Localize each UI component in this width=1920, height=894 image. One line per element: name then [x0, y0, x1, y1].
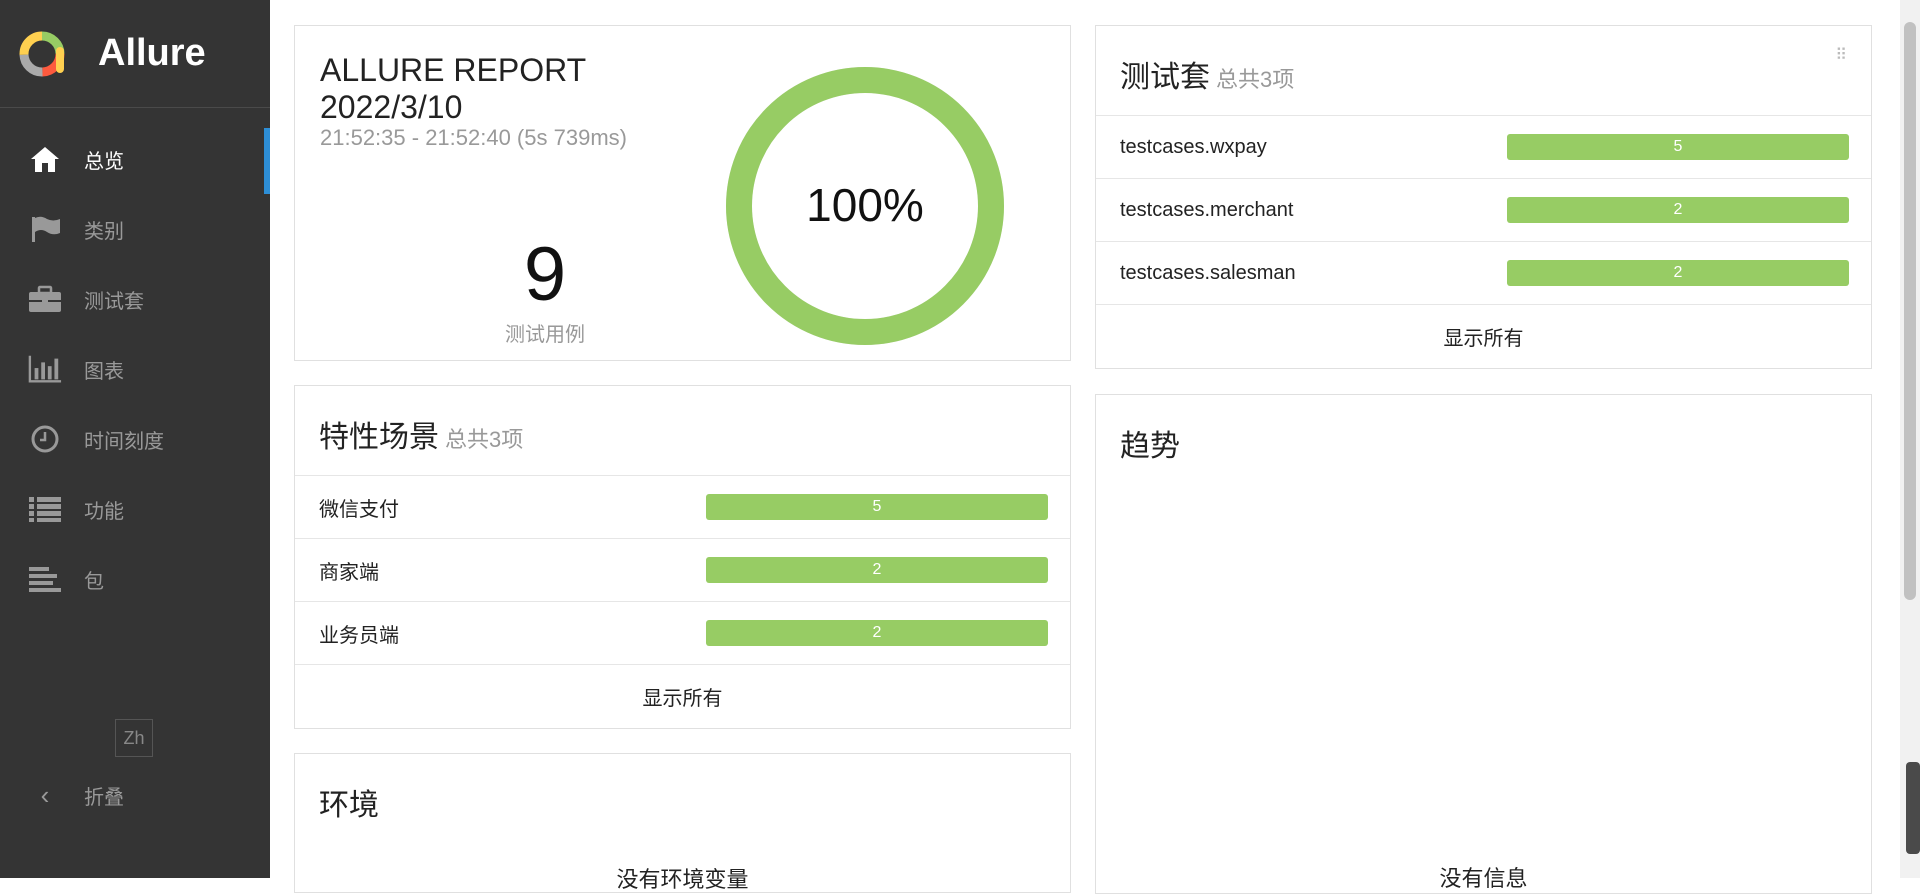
pass-rate-donut[interactable]: 100% — [725, 66, 1005, 346]
list-item[interactable]: 微信支付 5 — [295, 475, 1070, 538]
collapse-button[interactable]: ‹ 折叠 — [28, 780, 124, 810]
sidebar-item-behaviors[interactable]: 功能 — [0, 480, 270, 538]
sidebar-nav: 总览 类别 测试套 图表 时间刻度 功能 包 — [0, 128, 270, 608]
chevron-left-icon: ‹ — [40, 779, 50, 810]
brand[interactable]: Allure — [0, 0, 270, 108]
list-item[interactable]: testcases.merchant 2 — [1096, 178, 1871, 241]
sidebar-item-label: 包 — [84, 570, 104, 593]
sidebar-item-label: 时间刻度 — [84, 430, 164, 453]
language-button[interactable]: Zh — [115, 719, 153, 757]
features-header: 特性场景 总共3项 — [319, 412, 523, 456]
sidebar-item-categories[interactable]: 类别 — [0, 200, 270, 258]
scrollbar-thumb[interactable] — [1904, 22, 1916, 600]
environment-title: 环境 — [319, 789, 379, 822]
trend-title: 趋势 — [1120, 430, 1180, 463]
sidebar-item-label: 图表 — [84, 360, 124, 383]
feature-bar: 2 — [706, 557, 1048, 583]
sidebar-item-overview[interactable]: 总览 — [0, 128, 270, 194]
suites-list: testcases.wxpay 5 testcases.merchant 2 t… — [1096, 115, 1871, 367]
suites-show-all-link[interactable]: 显示所有 — [1096, 304, 1871, 367]
trend-header: 趋势 — [1120, 421, 1180, 465]
features-widget: 特性场景 总共3项 微信支付 5 商家端 2 业务员端 2 显示所有 — [294, 385, 1071, 729]
sidebar: Allure 总览 类别 测试套 图表 时间刻度 功能 包 Zh ‹ 折叠 — [0, 0, 270, 878]
suites-header: 测试套 总共3项 — [1120, 52, 1294, 96]
sidebar-item-label: 功能 — [84, 500, 124, 523]
collapse-label: 折叠 — [84, 786, 124, 809]
sidebar-item-suites[interactable]: 测试套 — [0, 270, 270, 328]
report-title-line1: ALLURE REPORT — [320, 52, 587, 88]
sidebar-item-label: 总览 — [84, 150, 124, 173]
summary-widget: ALLURE REPORT 2022/3/10 21:52:35 - 21:52… — [294, 25, 1071, 361]
features-list: 微信支付 5 商家端 2 业务员端 2 显示所有 — [295, 475, 1070, 727]
briefcase-icon — [28, 284, 62, 314]
feature-bar: 2 — [706, 620, 1048, 646]
test-case-label: 测试用例 — [505, 324, 585, 346]
environment-widget: 环境 没有环境变量 — [294, 753, 1071, 893]
sidebar-item-label: 测试套 — [84, 290, 144, 313]
bar-chart-icon — [28, 354, 62, 384]
sidebar-item-graphs[interactable]: 图表 — [0, 340, 270, 398]
clock-icon — [28, 424, 62, 454]
features-title: 特性场景 — [319, 421, 439, 454]
list-item[interactable]: 业务员端 2 — [295, 601, 1070, 664]
list-icon — [28, 494, 62, 524]
suite-bar: 5 — [1507, 134, 1849, 160]
report-title: ALLURE REPORT 2022/3/10 — [320, 52, 586, 126]
environment-header: 环境 — [319, 780, 379, 824]
trend-widget: 趋势 没有信息 — [1095, 394, 1872, 894]
features-count: 总共3项 — [445, 427, 524, 452]
suite-bar: 2 — [1507, 260, 1849, 286]
suite-label: testcases.wxpay — [1120, 135, 1267, 158]
align-left-icon — [28, 564, 62, 594]
sidebar-item-label: 类别 — [84, 220, 124, 243]
drag-handle-icon[interactable]: ⠿ — [1835, 48, 1847, 64]
suites-title: 测试套 — [1120, 61, 1210, 94]
test-case-count: 9 — [523, 232, 567, 317]
page-scrollbar[interactable] — [1900, 0, 1920, 878]
sidebar-item-timeline[interactable]: 时间刻度 — [0, 410, 270, 468]
suite-bar: 2 — [1507, 197, 1849, 223]
sidebar-item-packages[interactable]: 包 — [0, 550, 270, 608]
feature-label: 微信支付 — [319, 498, 399, 521]
suite-label: testcases.merchant — [1120, 198, 1294, 221]
side-widget[interactable] — [1906, 762, 1920, 854]
allure-logo-icon — [19, 31, 65, 76]
list-item[interactable]: testcases.wxpay 5 — [1096, 115, 1871, 178]
feature-label: 商家端 — [319, 561, 379, 584]
home-icon — [28, 144, 62, 174]
report-time-range: 21:52:35 - 21:52:40 (5s 739ms) — [320, 125, 627, 150]
flag-icon — [28, 214, 62, 244]
brand-name: Allure — [98, 32, 206, 74]
environment-empty-message: 没有环境变量 — [616, 867, 749, 892]
feature-label: 业务员端 — [319, 624, 399, 647]
suite-label: testcases.salesman — [1120, 261, 1296, 284]
trend-empty-message: 没有信息 — [1439, 866, 1528, 891]
report-date: 2022/3/10 — [320, 89, 463, 125]
list-item[interactable]: testcases.salesman 2 — [1096, 241, 1871, 304]
feature-bar: 5 — [706, 494, 1048, 520]
suites-widget: 测试套 总共3项 ⠿ testcases.wxpay 5 testcases.me… — [1095, 25, 1872, 369]
list-item[interactable]: 商家端 2 — [295, 538, 1070, 601]
pass-rate-text: 100% — [806, 179, 924, 231]
suites-count: 总共3项 — [1216, 67, 1295, 92]
features-show-all-link[interactable]: 显示所有 — [295, 664, 1070, 727]
